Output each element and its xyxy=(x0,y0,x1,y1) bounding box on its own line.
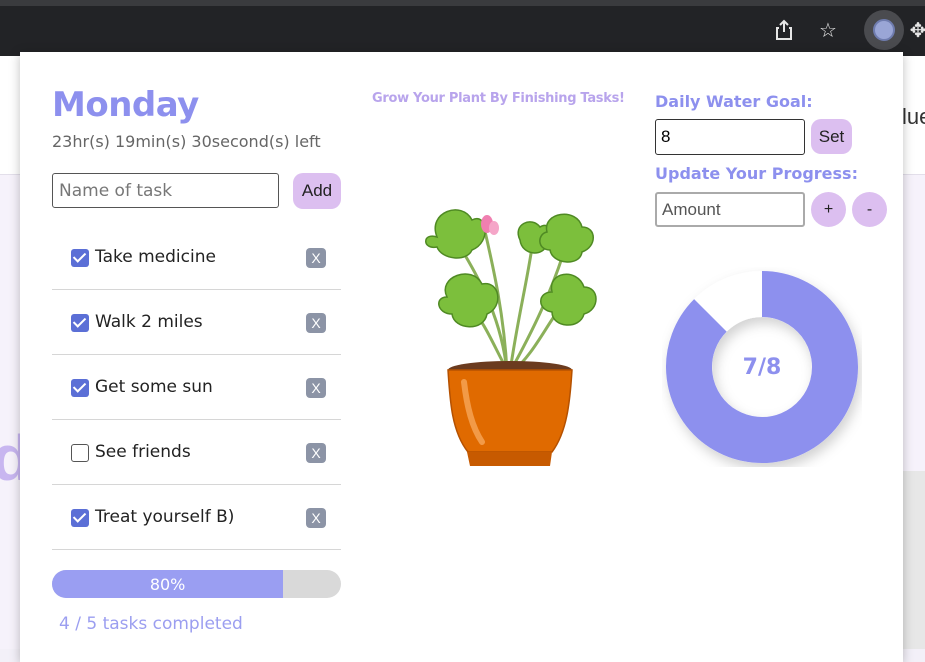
task-row: Take medicine X xyxy=(52,225,341,290)
task-progress-label: 80% xyxy=(149,574,186,594)
bookmark-star-icon[interactable]: ☆ xyxy=(812,14,844,46)
delete-task-button[interactable]: X xyxy=(306,378,326,398)
task-checkbox[interactable] xyxy=(71,444,89,462)
task-label: Take medicine xyxy=(95,247,216,267)
extension-popup: Monday 23hr(s) 19min(s) 30second(s) left… xyxy=(20,52,903,662)
extension-icon xyxy=(873,19,895,41)
task-label: Treat yourself B) xyxy=(95,507,235,527)
browser-toolbar: ☆ ✥ xyxy=(0,0,925,56)
task-progress-bar: 80% xyxy=(52,570,341,598)
task-checkbox[interactable] xyxy=(71,249,89,267)
day-title: Monday xyxy=(52,85,199,125)
task-name-input[interactable] xyxy=(52,173,279,208)
tasks-completed-summary: 4 / 5 tasks completed xyxy=(59,614,243,634)
task-row: See friends X xyxy=(52,420,341,485)
time-remaining: 23hr(s) 19min(s) 30second(s) left xyxy=(52,132,321,151)
task-row: Walk 2 miles X xyxy=(52,290,341,355)
add-water-button[interactable]: + xyxy=(811,192,846,227)
delete-task-button[interactable]: X xyxy=(306,508,326,528)
tab-strip xyxy=(0,0,925,6)
task-checkbox[interactable] xyxy=(71,509,89,527)
task-label: Get some sun xyxy=(95,377,213,397)
task-checkbox[interactable] xyxy=(71,379,89,397)
remove-water-button[interactable]: - xyxy=(852,192,887,227)
delete-task-button[interactable]: X xyxy=(306,248,326,268)
task-label: Walk 2 miles xyxy=(95,312,203,332)
task-row: Get some sun X xyxy=(52,355,341,420)
water-amount-input[interactable] xyxy=(655,192,805,227)
update-progress-label: Update Your Progress: xyxy=(655,164,858,183)
task-checkbox[interactable] xyxy=(71,314,89,332)
extension-button[interactable] xyxy=(864,10,904,50)
task-row: Treat yourself B) X xyxy=(52,485,341,550)
task-list: Take medicine X Walk 2 miles X Get some … xyxy=(52,225,341,550)
delete-task-button[interactable]: X xyxy=(306,313,326,333)
potted-plant-illustration xyxy=(425,209,597,466)
background-text: lue xyxy=(902,104,925,129)
water-goal-label: Daily Water Goal: xyxy=(655,92,813,111)
water-ratio-label: 7/8 xyxy=(742,354,782,380)
puzzle-icon[interactable]: ✥ xyxy=(908,14,925,46)
add-task-button[interactable]: Add xyxy=(293,173,341,209)
delete-task-button[interactable]: X xyxy=(306,443,326,463)
water-goal-input[interactable] xyxy=(655,119,805,155)
share-icon[interactable] xyxy=(768,14,800,46)
background-strip xyxy=(903,471,925,649)
plant-heading: Grow Your Plant By Finishing Tasks! xyxy=(372,91,625,106)
set-goal-button[interactable]: Set xyxy=(811,119,852,154)
task-label: See friends xyxy=(95,442,191,462)
